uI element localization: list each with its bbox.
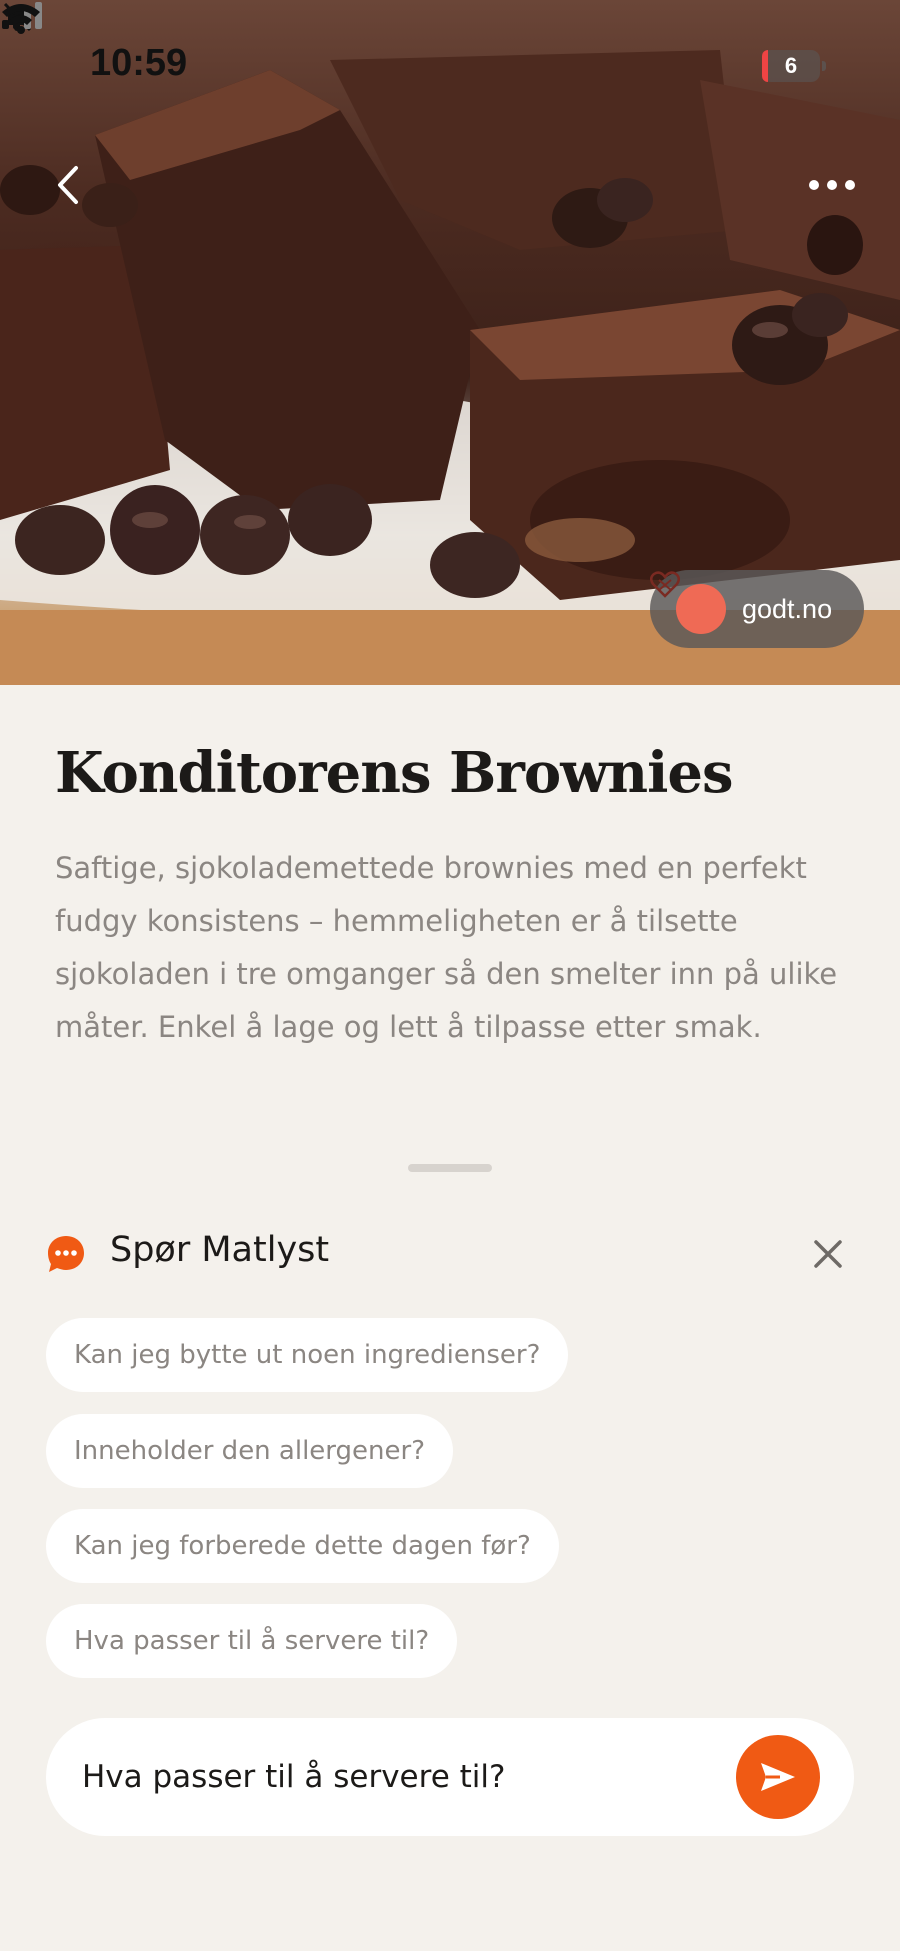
battery-level: 6 (784, 53, 798, 78)
wifi-icon (2, 4, 40, 34)
send-icon (761, 1763, 795, 1791)
chevron-left-icon (58, 166, 78, 204)
back-button[interactable] (48, 160, 92, 210)
status-time: 10:59 (90, 42, 188, 84)
suggestion-chip[interactable]: Kan jeg forberede dette dagen før? (46, 1509, 559, 1583)
close-icon (814, 1240, 842, 1268)
chat-bubble-icon (48, 1236, 84, 1272)
send-button[interactable] (736, 1735, 820, 1819)
ellipsis-icon (809, 180, 855, 190)
chat-composer (46, 1718, 854, 1836)
suggestion-chip[interactable]: Kan jeg bytte ut noen ingredienser? (46, 1318, 569, 1392)
recipe-description: Saftige, sjokolademettede brownies med e… (55, 851, 838, 1044)
suggestion-chip[interactable]: Inneholder den allergener? (46, 1414, 453, 1488)
recipe-screen: 10:59 6 godt.no Konditorens Brownies Saf… (0, 0, 900, 1951)
suggestion-chip[interactable]: Hva passer til å servere til? (46, 1604, 458, 1678)
chat-input[interactable] (82, 1754, 702, 1800)
chat-title: Spør Matlyst (110, 1230, 330, 1270)
recipe-hero-image: 10:59 6 godt.no (0, 0, 900, 685)
close-chat-button[interactable] (810, 1236, 846, 1272)
battery-icon: 6 (762, 50, 826, 82)
more-options-button[interactable] (805, 170, 859, 200)
heart-logo-icon (650, 571, 726, 634)
recipe-title: Konditorens Brownies (55, 740, 734, 806)
source-label: godt.no (742, 593, 833, 624)
drag-handle[interactable] (408, 1164, 492, 1172)
source-badge[interactable]: godt.no (650, 570, 864, 648)
